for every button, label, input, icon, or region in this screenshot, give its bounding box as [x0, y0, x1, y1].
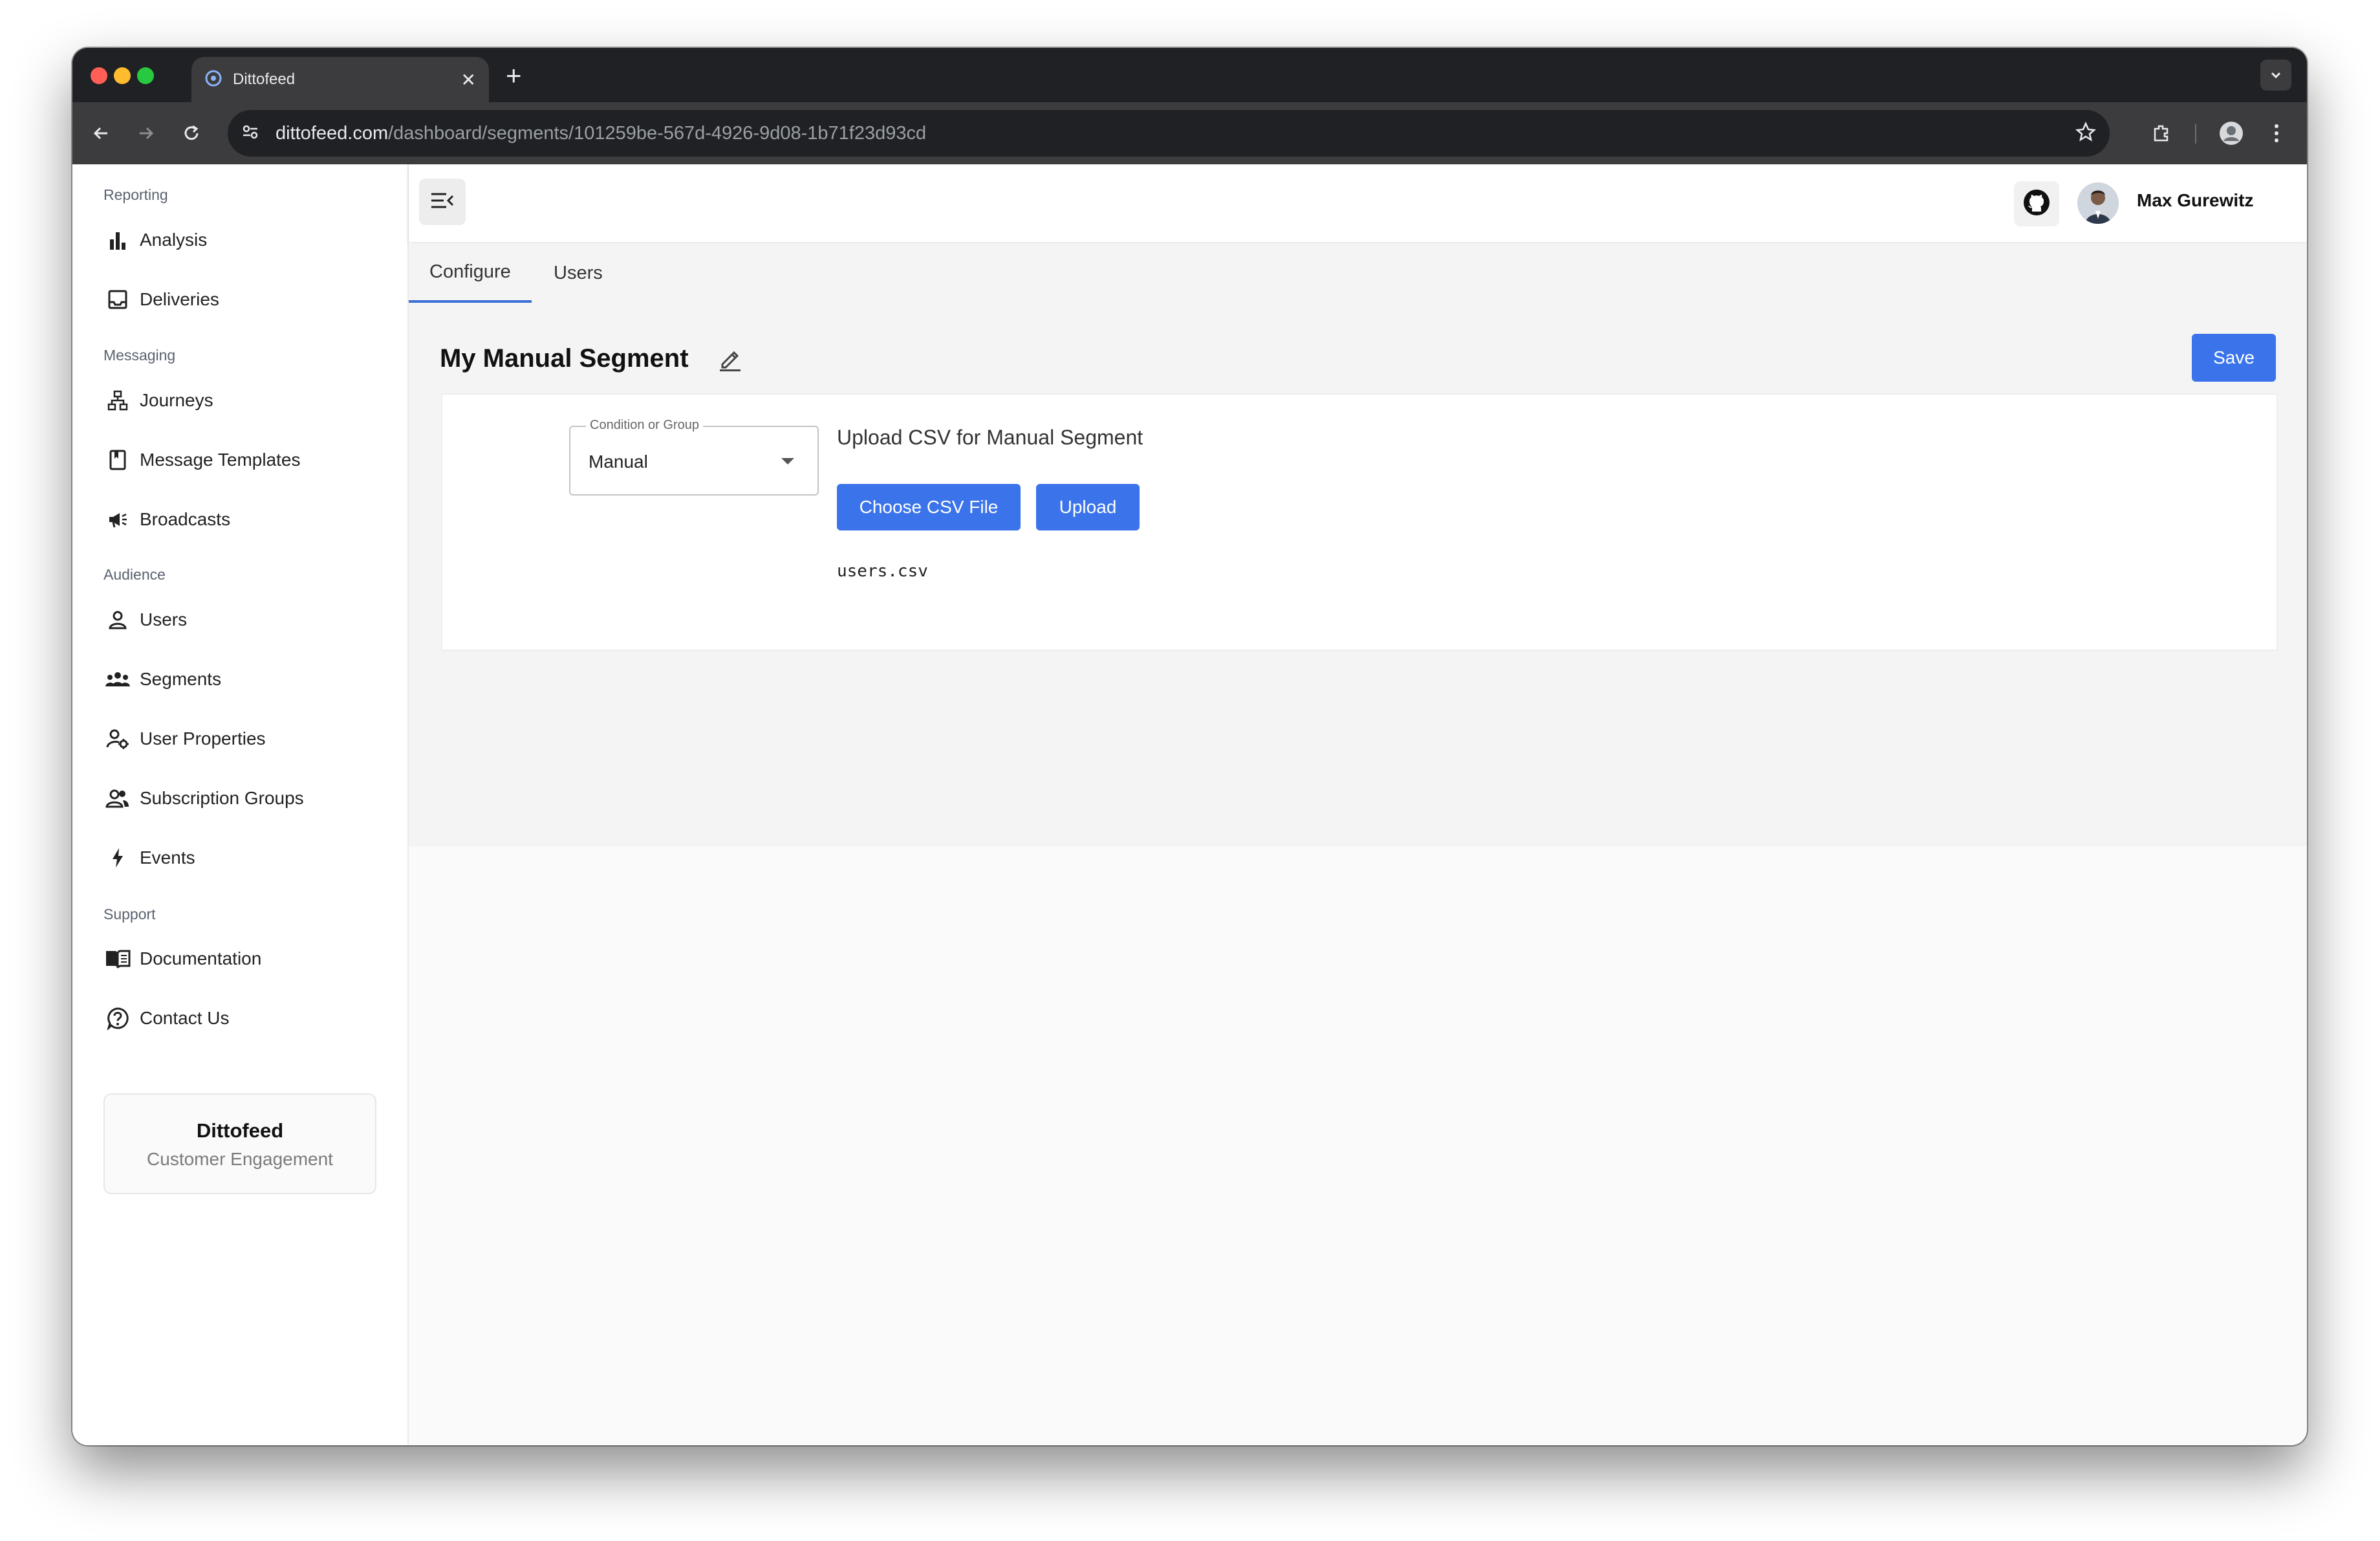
bar-chart-icon [103, 226, 132, 254]
bolt-icon [103, 844, 132, 872]
tab-users[interactable]: Users [533, 243, 623, 303]
nav-group-messaging: Messaging [103, 347, 176, 364]
reload-icon[interactable] [176, 118, 207, 149]
favicon-icon [204, 69, 222, 91]
sidebar-item-documentation[interactable]: Documentation [103, 936, 388, 981]
selected-file-name: users.csv [837, 562, 928, 581]
url-host: dittofeed.com [276, 122, 389, 144]
sidebar-item-label: Deliveries [140, 289, 219, 309]
back-arrow-icon[interactable] [85, 118, 116, 149]
nav-group-reporting: Reporting [103, 186, 168, 203]
nav-group-support: Support [103, 906, 156, 923]
save-button[interactable]: Save [2192, 334, 2276, 382]
page-title: My Manual Segment [440, 344, 689, 373]
sidebar-item-journeys[interactable]: Journeys [103, 378, 388, 423]
choose-csv-button[interactable]: Choose CSV File [837, 484, 1021, 530]
upload-heading: Upload CSV for Manual Segment [837, 426, 1143, 449]
bookmark-star-icon[interactable] [2075, 121, 2097, 146]
browser-menu-icon[interactable] [2261, 118, 2292, 149]
url-text: dittofeed.com/dashboard/segments/101259b… [276, 123, 2075, 144]
sidebar-item-message-templates[interactable]: Message Templates [103, 437, 388, 483]
sidebar-item-deliveries[interactable]: Deliveries [103, 277, 388, 322]
sidebar-item-label: Subscription Groups [140, 788, 304, 808]
group-icon [103, 665, 132, 694]
sidebar-item-label: Segments [140, 669, 222, 689]
browser-toolbar: dittofeed.com/dashboard/segments/101259b… [72, 102, 2307, 164]
github-icon [2022, 188, 2051, 220]
sitemap-icon [103, 386, 132, 415]
upload-button[interactable]: Upload [1036, 484, 1140, 530]
segment-editor: My Manual Segment Save Condition or Grou… [409, 303, 2307, 846]
page-tabs: Configure Users [409, 243, 2307, 303]
condition-select[interactable]: Condition or Group Manual [569, 418, 819, 496]
megaphone-icon [103, 505, 132, 534]
menu-collapse-icon [429, 191, 455, 213]
tab-search-chevron-icon[interactable] [2260, 60, 2291, 91]
browser-window: Dittofeed ✕ + dittofeed.com/dashboard/se… [72, 48, 2307, 1445]
app-header: Max Gurewitz [409, 164, 2307, 242]
new-tab-icon[interactable]: + [506, 60, 522, 92]
address-bar[interactable]: dittofeed.com/dashboard/segments/101259b… [228, 110, 2110, 157]
nav-group-audience: Audience [103, 566, 166, 583]
brand-card: Dittofeed Customer Engagement [103, 1093, 376, 1194]
user-icon [103, 606, 132, 634]
sidebar-item-label: Journeys [140, 390, 213, 410]
sidebar-item-analysis[interactable]: Analysis [103, 217, 388, 263]
tab-title: Dittofeed [233, 71, 296, 88]
condition-select-label: Condition or Group [586, 418, 703, 433]
sidebar-item-users[interactable]: Users [103, 597, 388, 642]
maximize-window-button[interactable] [137, 67, 154, 84]
page: Reporting Analysis Deliveries Messaging … [72, 164, 2307, 1445]
dropdown-caret-icon [781, 458, 794, 464]
sidebar-item-label: Broadcasts [140, 509, 231, 529]
book-icon [103, 446, 132, 474]
tab-strip: Dittofeed ✕ + [72, 48, 2307, 102]
brand-subtitle: Customer Engagement [147, 1149, 333, 1169]
open-book-icon [103, 945, 132, 973]
menu-collapse-button[interactable] [419, 179, 466, 225]
question-icon [103, 1004, 132, 1033]
inbox-icon [103, 285, 132, 314]
sidebar-item-label: Documentation [140, 948, 262, 968]
sidebar-item-segments[interactable]: Segments [103, 657, 388, 702]
sidebar-item-label: Analysis [140, 230, 208, 250]
sidebar-item-broadcasts[interactable]: Broadcasts [103, 497, 388, 542]
users-icon [103, 784, 132, 813]
tab-close-icon[interactable]: ✕ [461, 69, 476, 91]
sidebar: Reporting Analysis Deliveries Messaging … [72, 164, 409, 1445]
user-gear-icon [103, 725, 132, 753]
extensions-icon[interactable] [2146, 118, 2177, 149]
toolbar-divider [2195, 124, 2196, 144]
sidebar-item-label: Message Templates [140, 450, 301, 470]
sidebar-item-label: Contact Us [140, 1008, 230, 1028]
user-name[interactable]: Max Gurewitz [2137, 190, 2253, 211]
sidebar-item-contact-us[interactable]: Contact Us [103, 996, 388, 1041]
sidebar-item-user-properties[interactable]: User Properties [103, 716, 388, 761]
avatar[interactable] [2077, 182, 2119, 224]
url-path: /dashboard/segments/101259be-567d-4926-9… [388, 122, 927, 144]
sidebar-item-label: Users [140, 609, 188, 629]
minimize-window-button[interactable] [114, 67, 131, 84]
condition-select-value: Manual [589, 452, 648, 472]
segment-config-panel: Condition or Group Manual Upload CSV for… [441, 393, 2278, 651]
tab-configure[interactable]: Configure [409, 243, 532, 303]
brand-name: Dittofeed [196, 1119, 284, 1142]
forward-arrow-icon[interactable] [131, 118, 162, 149]
sidebar-item-label: User Properties [140, 728, 266, 749]
site-settings-icon[interactable] [241, 122, 260, 145]
sidebar-item-label: Events [140, 847, 195, 868]
profile-avatar-icon[interactable] [2216, 118, 2247, 149]
github-button[interactable] [2014, 181, 2059, 226]
close-window-button[interactable] [91, 67, 107, 84]
sidebar-item-events[interactable]: Events [103, 835, 388, 880]
browser-tab[interactable]: Dittofeed ✕ [191, 57, 489, 102]
edit-pencil-icon[interactable] [714, 343, 746, 375]
sidebar-item-subscription-groups[interactable]: Subscription Groups [103, 776, 388, 821]
